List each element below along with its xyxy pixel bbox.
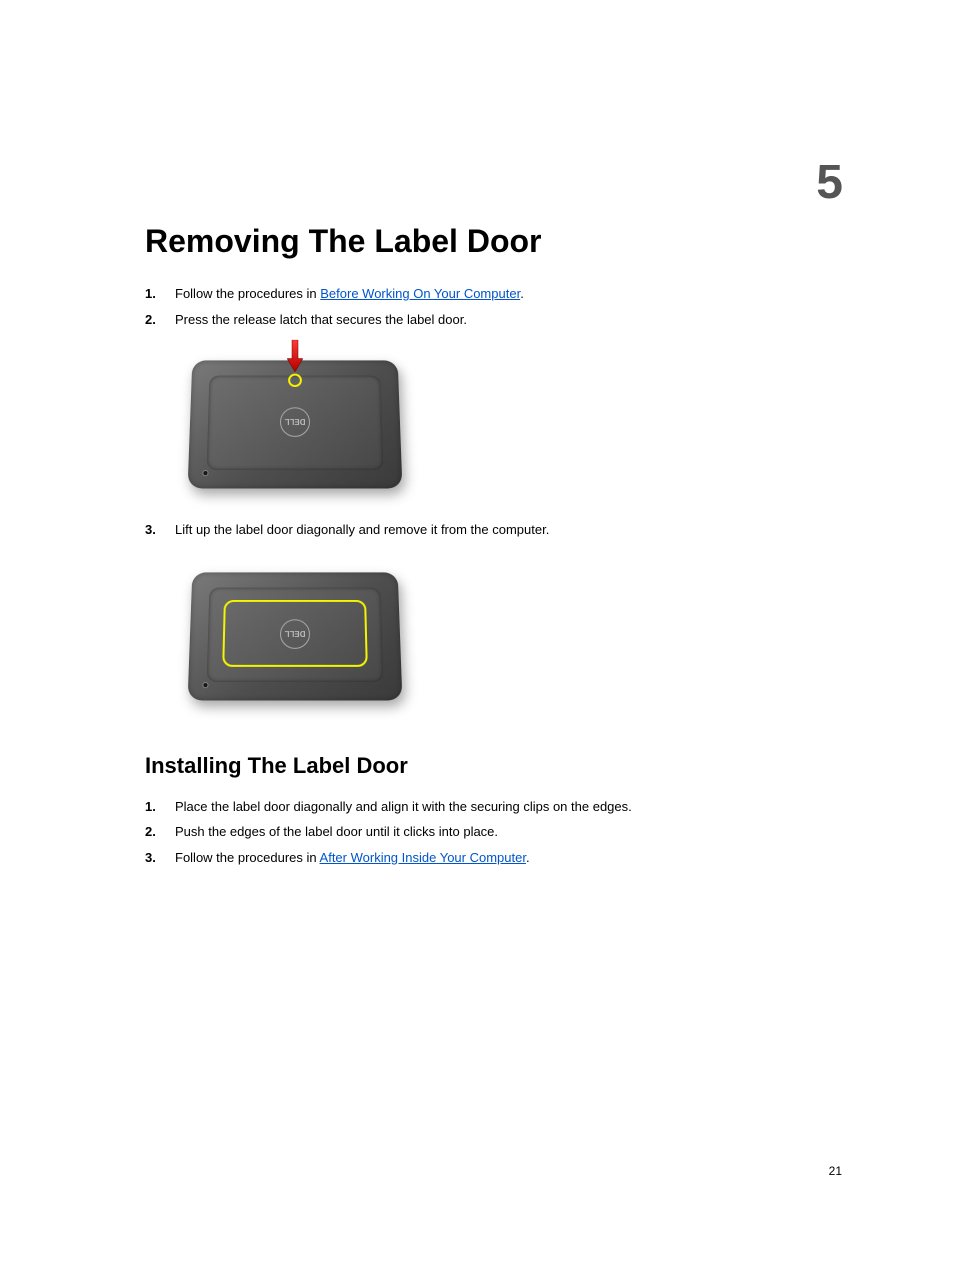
page-content: 5 Removing The Label Door Follow the pro… — [0, 0, 954, 1268]
step-1: Follow the procedures in Before Working … — [145, 284, 844, 304]
install-step-3-suffix: . — [526, 850, 530, 865]
arrow-down-icon — [287, 339, 303, 371]
step-1-text-suffix: . — [520, 286, 524, 301]
installing-steps-list: Place the label door diagonally and alig… — [145, 797, 844, 868]
section-subtitle: Installing The Label Door — [145, 753, 844, 779]
door-outline-highlight-icon — [222, 600, 368, 667]
install-step-1: Place the label door diagonally and alig… — [145, 797, 844, 817]
link-before-working[interactable]: Before Working On Your Computer — [320, 286, 520, 301]
figure-lift-door: DELL — [175, 556, 415, 711]
install-step-2: Push the edges of the label door until i… — [145, 822, 844, 842]
latch-highlight-icon — [288, 373, 302, 386]
link-after-working[interactable]: After Working Inside Your Computer — [320, 850, 526, 865]
install-step-3-prefix: Follow the procedures in — [175, 850, 320, 865]
step-3: Lift up the label door diagonally and re… — [145, 520, 844, 540]
page-number: 21 — [829, 1164, 842, 1178]
install-step-3: Follow the procedures in After Working I… — [145, 848, 844, 868]
figure-release-latch: DELL — [175, 345, 415, 500]
page-title: Removing The Label Door — [145, 223, 844, 260]
removing-steps-list-cont: Lift up the label door diagonally and re… — [145, 520, 844, 540]
removing-steps-list: Follow the procedures in Before Working … — [145, 284, 844, 329]
dell-logo-icon: DELL — [280, 407, 310, 437]
step-2: Press the release latch that secures the… — [145, 310, 844, 330]
chapter-number: 5 — [816, 155, 842, 210]
step-1-text-prefix: Follow the procedures in — [175, 286, 320, 301]
